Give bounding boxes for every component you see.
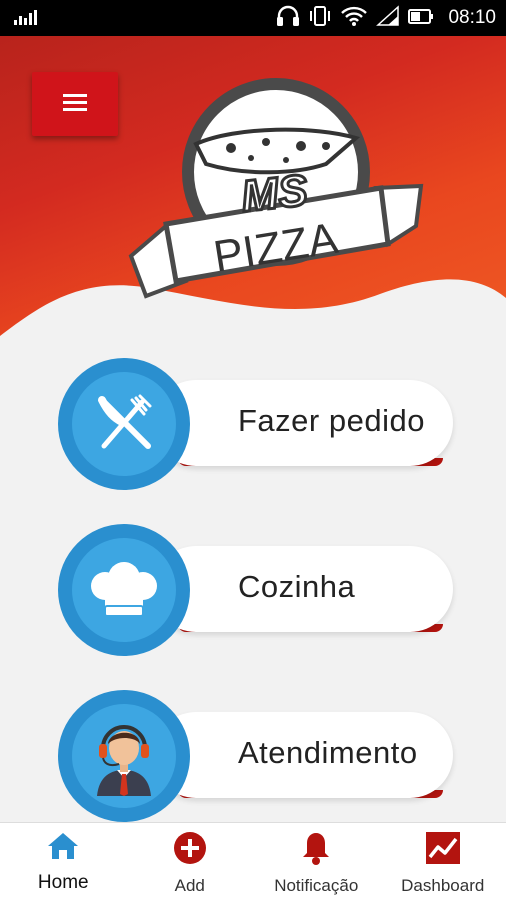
nav-item-notificacao[interactable]: Notificação — [253, 823, 380, 900]
ms-pizza-logo: MS PIZZA — [126, 76, 426, 306]
add-circle-icon — [173, 831, 207, 870]
menu-button[interactable] — [32, 72, 118, 136]
fork-knife-icon — [72, 372, 176, 476]
fazer-pedido-button[interactable]: Fazer pedido — [58, 358, 453, 490]
logo-ms-text: MS — [239, 166, 310, 222]
header-banner: MS PIZZA — [0, 36, 506, 346]
hamburger-menu-icon — [61, 91, 89, 118]
nav-label-notificacao: Notificação — [274, 876, 359, 895]
battery-icon — [408, 5, 434, 32]
home-icon — [46, 831, 80, 866]
fazer-pedido-label: Fazer pedido — [238, 403, 425, 438]
dashboard-chart-icon — [425, 831, 461, 870]
cell-signal-icon — [376, 4, 400, 32]
cozinha-button[interactable]: Cozinha — [58, 524, 453, 656]
wifi-icon — [340, 5, 368, 32]
nav-label-home: Home — [37, 872, 89, 893]
atendimento-label: Atendimento — [238, 735, 418, 770]
support-agent-icon — [72, 704, 176, 808]
bottom-navigation: Home Add Notificação Dashboard — [0, 822, 506, 900]
nav-label-dashboard: Dashboard — [401, 876, 485, 895]
status-bar: 08:10 — [0, 0, 506, 36]
bell-icon — [301, 831, 331, 870]
nav-label-add: Add — [174, 876, 205, 895]
vibrate-icon — [308, 5, 332, 32]
headphones-icon — [276, 5, 300, 32]
signal-activity-icon — [14, 10, 40, 31]
nav-item-add[interactable]: Add — [127, 823, 254, 900]
status-time: 08:10 — [448, 7, 496, 28]
cozinha-label: Cozinha — [238, 569, 356, 604]
chef-hat-icon — [72, 538, 176, 642]
nav-item-dashboard[interactable]: Dashboard — [380, 823, 506, 900]
atendimento-button[interactable]: Atendimento — [58, 690, 453, 822]
nav-item-home[interactable]: Home — [0, 823, 127, 900]
